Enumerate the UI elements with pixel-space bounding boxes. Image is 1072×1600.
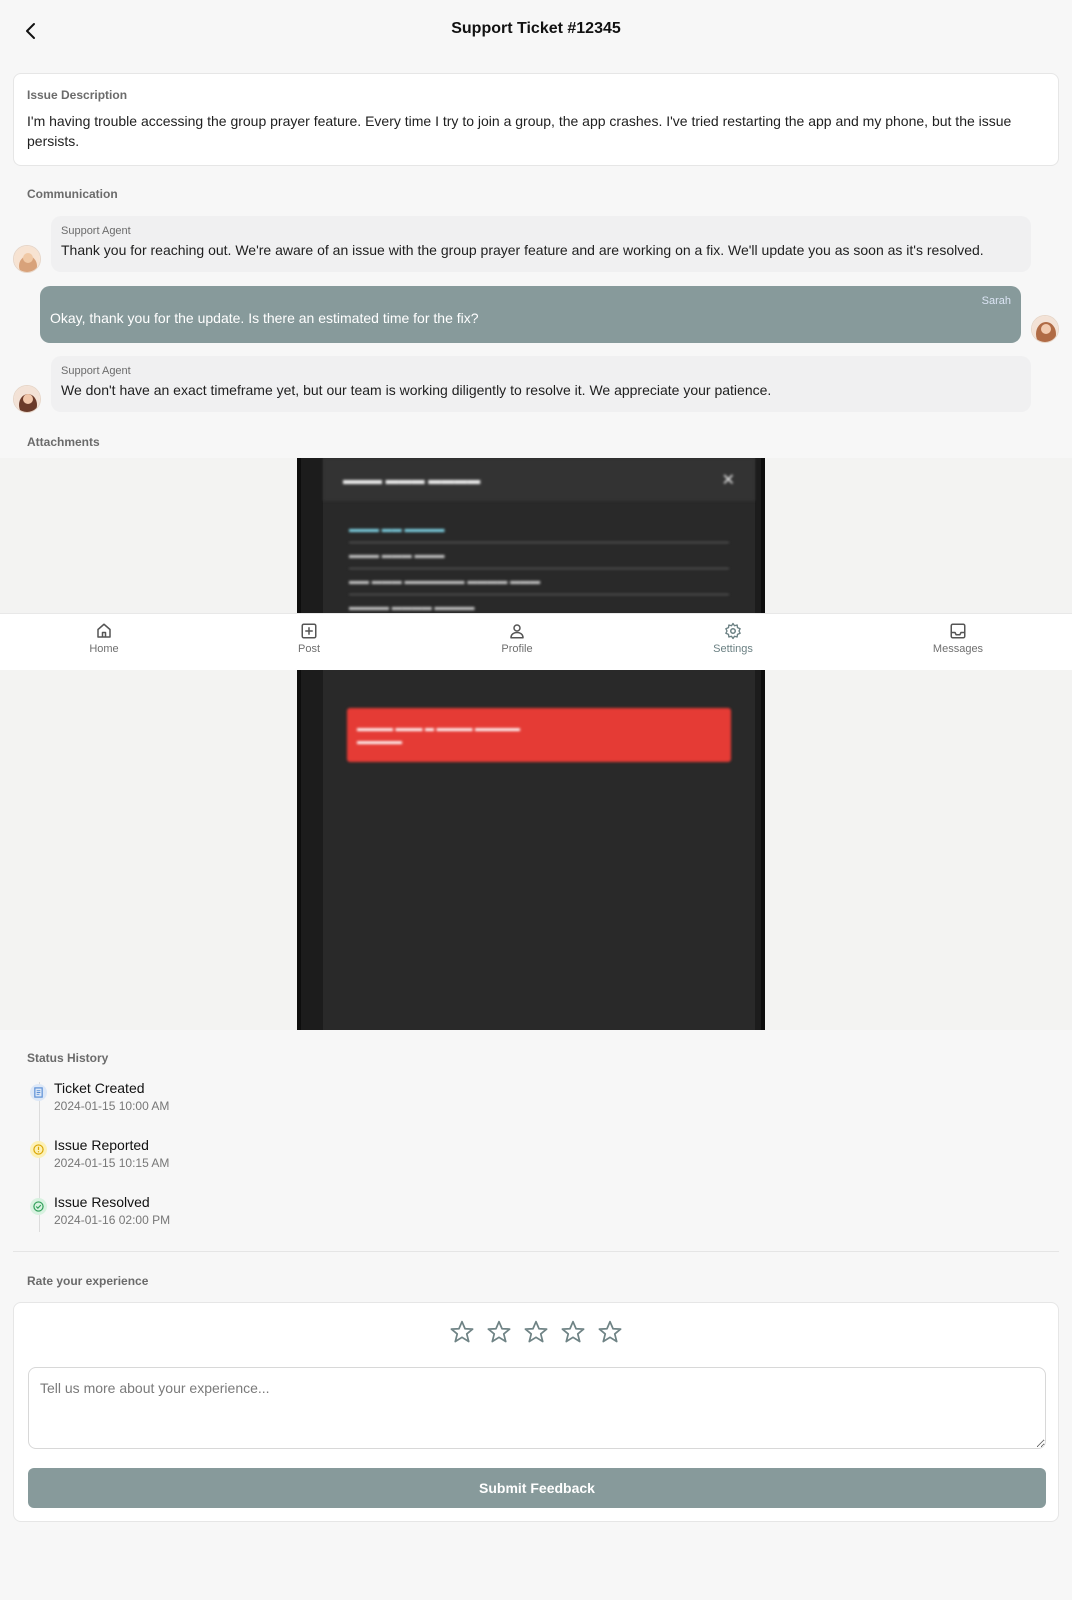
star-icon[interactable] — [523, 1319, 549, 1345]
tab-messages[interactable]: Messages — [908, 614, 1008, 671]
plus-square-icon — [301, 623, 317, 639]
close-icon: ✕ — [721, 471, 735, 489]
error-banner: ▬▬▬▬ ▬▬▬ ▬ ▬▬▬▬ ▬▬▬▬▬ ▬▬▬▬▬ — [347, 708, 731, 762]
issue-description-text: I'm having trouble accessing the group p… — [27, 113, 1012, 149]
gear-icon — [725, 622, 741, 640]
alert-circle-icon — [30, 1141, 47, 1158]
communication-label: Communication — [27, 187, 118, 201]
message-sender: Support Agent — [61, 225, 131, 237]
bottom-tab-bar: Home Post Profile Settings Messages — [0, 613, 1072, 670]
timeline-title: Issue Reported — [54, 1137, 149, 1153]
star-icon[interactable] — [449, 1319, 475, 1345]
agent-avatar — [13, 245, 41, 273]
user-avatar — [1031, 315, 1059, 343]
document-icon — [30, 1084, 47, 1101]
feedback-textarea[interactable] — [28, 1367, 1046, 1449]
tab-settings[interactable]: Settings — [683, 614, 783, 671]
tab-label: Profile — [501, 643, 533, 655]
star-icon[interactable] — [597, 1319, 623, 1345]
issue-description-label: Issue Description — [27, 88, 128, 102]
timeline-title: Ticket Created — [54, 1080, 145, 1096]
submit-feedback-button[interactable]: Submit Feedback — [28, 1468, 1046, 1508]
user-icon — [510, 624, 524, 639]
timeline-time: 2024-01-16 02:00 PM — [54, 1213, 171, 1227]
message-bubble-agent: Support Agent Thank you for reaching out… — [51, 216, 1031, 272]
star-icon[interactable] — [486, 1319, 512, 1345]
message-bubble-user: Sarah Okay, thank you for the update. Is… — [40, 286, 1021, 343]
star-icon[interactable] — [560, 1319, 586, 1345]
attachments-label: Attachments — [27, 435, 100, 449]
tab-label: Messages — [932, 643, 984, 655]
agent-avatar — [13, 385, 41, 413]
page-title: Support Ticket #12345 — [451, 20, 621, 37]
star-rating — [14, 1319, 1058, 1345]
issue-description-card: Issue Description I'm having trouble acc… — [13, 73, 1059, 166]
tab-home[interactable]: Home — [54, 614, 154, 671]
status-timeline: Ticket Created 2024-01-15 10:00 AM Issue… — [27, 1080, 327, 1232]
tab-label: Settings — [713, 643, 753, 655]
phone-screenshot: ▬▬▬ ▬▬▬ ▬▬▬▬ ✕ ▬▬▬ ▬▬ ▬▬▬▬ ▬▬▬ ▬▬▬ ▬▬▬ ▬… — [297, 458, 765, 1030]
message-sender: Sarah — [981, 295, 1011, 307]
tab-label: Home — [89, 643, 119, 655]
rate-experience-label: Rate your experience — [27, 1274, 149, 1288]
tab-label: Post — [297, 643, 320, 655]
message-text: Thank you for reaching out. We're aware … — [61, 242, 984, 258]
timeline-time: 2024-01-15 10:00 AM — [54, 1099, 170, 1113]
check-circle-icon — [30, 1198, 47, 1215]
timeline-time: 2024-01-15 10:15 AM — [54, 1156, 170, 1170]
divider — [13, 1251, 1059, 1252]
message-text: We don't have an exact timeframe yet, bu… — [61, 382, 772, 398]
rating-card: Submit Feedback — [13, 1302, 1059, 1522]
timeline-title: Issue Resolved — [54, 1194, 150, 1210]
tab-post[interactable]: Post — [259, 614, 359, 671]
header: Support Ticket #12345 — [0, 0, 1072, 60]
tab-profile[interactable]: Profile — [467, 614, 567, 671]
attachment-image[interactable]: ▬▬▬ ▬▬▬ ▬▬▬▬ ✕ ▬▬▬ ▬▬ ▬▬▬▬ ▬▬▬ ▬▬▬ ▬▬▬ ▬… — [0, 458, 1072, 1030]
message-bubble-agent: Support Agent We don't have an exact tim… — [51, 356, 1031, 412]
home-icon — [97, 623, 111, 638]
status-history-label: Status History — [27, 1051, 109, 1065]
message-sender: Support Agent — [61, 365, 131, 377]
inbox-icon — [950, 623, 966, 639]
message-text: Okay, thank you for the update. Is there… — [50, 310, 479, 326]
